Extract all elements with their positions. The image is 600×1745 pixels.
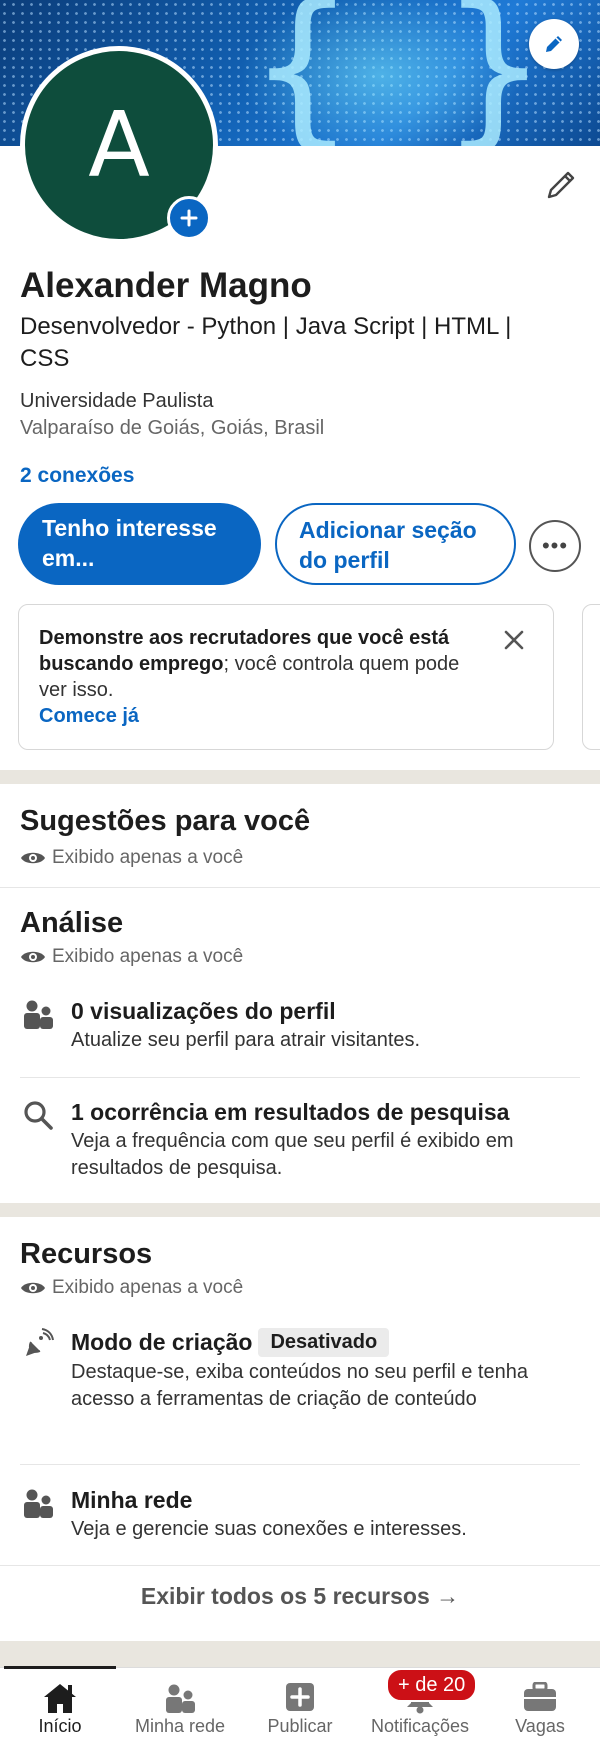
open-to-work-card: Demonstre aos recrutadores que você está… — [18, 604, 554, 750]
get-started-link[interactable]: Comece já — [39, 705, 533, 728]
status-badge: Desativado — [258, 1328, 390, 1357]
item-title: 1 ocorrência em resultados de pesquisa — [71, 1099, 510, 1125]
profile-location: Valparaíso de Goiás, Goiás, Brasil — [20, 417, 325, 439]
people-icon — [24, 1000, 53, 1029]
nav-post[interactable]: Publicar — [240, 1668, 360, 1745]
plus-square-icon — [286, 1683, 314, 1711]
item-desc: Veja a frequência com que seu perfil é e… — [71, 1130, 514, 1179]
bottom-nav: Início Minha rede Publicar Notificações … — [0, 1666, 600, 1745]
notifications-count-badge: + de 20 — [386, 1668, 478, 1702]
edit-banner-button[interactable] — [529, 19, 579, 69]
pencil-icon — [546, 36, 562, 52]
close-promo-button[interactable] — [503, 629, 525, 656]
more-options-button[interactable]: ••• — [529, 520, 581, 572]
resources-title: Recursos — [20, 1238, 153, 1270]
connections-link[interactable]: 2 conexões — [20, 464, 134, 488]
eye-icon — [21, 852, 45, 864]
briefcase-icon — [524, 1682, 556, 1711]
nav-home[interactable]: Início — [0, 1668, 120, 1745]
edit-profile-button[interactable] — [544, 168, 578, 207]
profile-headline: Desenvolvedor - Python | Java Script | H… — [20, 313, 512, 372]
divider — [0, 1565, 600, 1566]
divider — [0, 887, 600, 888]
divider — [20, 1077, 580, 1078]
home-icon — [44, 1684, 76, 1713]
my-network-item[interactable]: Minha rede Veja e gerencie suas conexões… — [20, 1487, 580, 1557]
private-note: Exibido apenas a você — [20, 946, 243, 968]
item-title: Minha rede — [71, 1487, 193, 1513]
pencil-icon — [547, 171, 575, 199]
open-to-button[interactable]: Tenho interesse em... — [18, 503, 261, 585]
satellite-dish-icon — [26, 1328, 54, 1356]
promo-text: Demonstre aos recrutadores que você está… — [39, 627, 460, 701]
people-icon — [24, 1489, 53, 1518]
private-note: Exibido apenas a você — [20, 1277, 243, 1299]
private-note: Exibido apenas a você — [20, 847, 243, 869]
item-desc: Atualize seu perfil para atrair visitant… — [71, 1029, 421, 1051]
people-icon — [166, 1684, 195, 1713]
nav-my-network[interactable]: Minha rede — [120, 1668, 240, 1745]
section-separator — [0, 1641, 600, 1667]
divider — [20, 1464, 580, 1465]
search-appearances-item[interactable]: 1 ocorrência em resultados de pesquisa V… — [20, 1099, 580, 1189]
item-desc: Destaque-se, exiba conteúdos no seu perf… — [71, 1361, 528, 1410]
avatar-initial: A — [88, 92, 150, 198]
show-all-resources-button[interactable]: Exibir todos os 5 recursos → — [0, 1583, 600, 1610]
analytics-title: Análise — [20, 907, 124, 939]
section-separator — [0, 1203, 600, 1217]
item-title: 0 visualizações do perfil — [71, 998, 336, 1024]
profile-school[interactable]: Universidade Paulista — [20, 390, 213, 413]
profile-views-item[interactable]: 0 visualizações do perfil Atualize seu p… — [20, 998, 580, 1068]
section-separator — [0, 770, 600, 784]
eye-icon — [21, 951, 45, 963]
creator-mode-item[interactable]: Modo de criação Desativado Destaque-se, e… — [20, 1328, 580, 1448]
close-icon — [504, 630, 524, 650]
profile-name: Alexander Magno — [20, 266, 312, 305]
item-desc: Veja e gerencie suas conexões e interess… — [71, 1518, 467, 1540]
add-profile-section-button[interactable]: Adicionar seção do perfil — [275, 503, 516, 585]
eye-icon — [21, 1282, 45, 1294]
add-photo-button[interactable] — [167, 196, 211, 240]
nav-jobs[interactable]: Vagas — [480, 1668, 600, 1745]
search-icon — [24, 1101, 53, 1130]
item-title: Modo de criação Desativado — [71, 1328, 571, 1357]
suggestions-title: Sugestões para você — [20, 805, 311, 837]
next-card-peek[interactable] — [582, 604, 600, 750]
more-icon: ••• — [541, 533, 569, 558]
plus-icon — [180, 209, 198, 227]
